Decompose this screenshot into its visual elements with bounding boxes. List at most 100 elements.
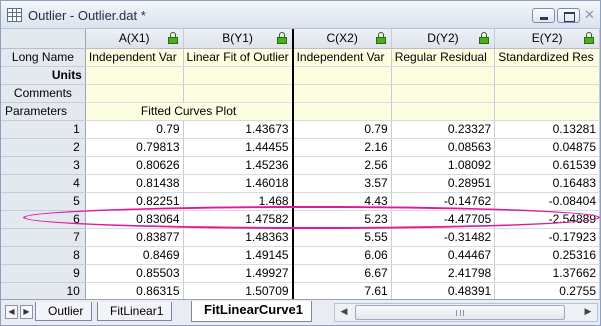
data-cell[interactable]: -4.47705 <box>391 210 496 229</box>
data-cell[interactable]: 0.85503 <box>85 264 184 283</box>
scroll-left-icon[interactable]: ◀ <box>336 305 352 320</box>
data-cell[interactable]: -0.31482 <box>391 228 496 247</box>
scroll-right-icon[interactable]: ▶ <box>580 305 596 320</box>
horizontal-scrollbar[interactable]: ◀ ▶ <box>334 303 598 322</box>
title-bar[interactable]: Outlier - Outlier.dat * <box>1 1 600 29</box>
data-cell[interactable]: 0.8469 <box>85 246 184 265</box>
data-cell[interactable]: 3.57 <box>292 174 392 193</box>
parameters-cell[interactable] <box>391 102 496 121</box>
data-cell[interactable]: 0.61539 <box>494 156 600 175</box>
data-cell[interactable]: 1.08092 <box>391 156 496 175</box>
data-cell[interactable]: 6.67 <box>292 264 392 283</box>
tab-nav-left-icon[interactable]: ◀ <box>5 305 18 319</box>
column-header[interactable]: B(Y1) <box>183 29 294 49</box>
units-cell[interactable] <box>183 66 294 85</box>
data-cell[interactable]: 2.16 <box>292 138 392 157</box>
data-cell[interactable]: 0.2755 <box>494 282 600 299</box>
data-cell[interactable]: 0.79 <box>85 120 184 139</box>
data-cell[interactable]: 1.47582 <box>183 210 294 229</box>
data-cell[interactable]: 2.56 <box>292 156 392 175</box>
data-cell[interactable]: 1.44455 <box>183 138 294 157</box>
corner-cell[interactable] <box>1 29 86 49</box>
long-name-cell[interactable]: Independent Var <box>292 48 392 67</box>
units-cell[interactable] <box>85 66 184 85</box>
column-header[interactable]: C(X2) <box>292 29 392 49</box>
table-row: 10 0.86315 1.50709 7.61 0.48391 0.2755 <box>1 282 600 299</box>
data-cell[interactable]: 1.468 <box>183 192 294 211</box>
data-cell[interactable]: 1.45236 <box>183 156 294 175</box>
data-cell[interactable]: 1.50709 <box>183 282 294 299</box>
units-cell[interactable] <box>391 66 496 85</box>
data-cell[interactable]: 0.82251 <box>85 192 184 211</box>
data-cell[interactable]: 0.83877 <box>85 228 184 247</box>
data-cell[interactable]: 5.23 <box>292 210 392 229</box>
long-name-cell[interactable]: Standardized Res <box>494 48 600 67</box>
data-cell[interactable]: 0.81438 <box>85 174 184 193</box>
data-cell[interactable]: 0.08563 <box>391 138 496 157</box>
row-number[interactable]: 6 <box>1 210 86 229</box>
data-cell[interactable]: 1.43673 <box>183 120 294 139</box>
data-cell[interactable]: 0.80626 <box>85 156 184 175</box>
comments-cell[interactable] <box>494 84 600 103</box>
parameters-row: Parameters Fitted Curves Plot <box>1 102 600 121</box>
data-cell[interactable]: 0.86315 <box>85 282 184 299</box>
units-cell[interactable] <box>494 66 600 85</box>
close-button[interactable] <box>580 8 598 23</box>
row-number[interactable]: 2 <box>1 138 86 157</box>
row-number[interactable]: 8 <box>1 246 86 265</box>
data-cell[interactable]: 1.49145 <box>183 246 294 265</box>
data-cell[interactable]: 0.28951 <box>391 174 496 193</box>
units-cell[interactable] <box>292 66 392 85</box>
comments-cell[interactable] <box>391 84 496 103</box>
data-cell[interactable]: 4.43 <box>292 192 392 211</box>
column-header[interactable]: D(Y2) <box>391 29 496 49</box>
data-cell[interactable]: 1.37662 <box>494 264 600 283</box>
data-cell[interactable]: 0.79813 <box>85 138 184 157</box>
parameters-value[interactable]: Fitted Curves Plot <box>85 102 294 121</box>
row-number[interactable]: 10 <box>1 282 86 299</box>
maximize-button[interactable] <box>557 8 580 23</box>
row-number[interactable]: 1 <box>1 120 86 139</box>
data-cell[interactable]: -0.08404 <box>494 192 600 211</box>
comments-cell[interactable] <box>183 84 294 103</box>
long-name-cell[interactable]: Linear Fit of Outlier <box>183 48 294 67</box>
column-header[interactable]: A(X1) <box>85 29 184 49</box>
data-cell[interactable]: 6.06 <box>292 246 392 265</box>
data-cell[interactable]: 1.48363 <box>183 228 294 247</box>
data-cell[interactable]: 0.25316 <box>494 246 600 265</box>
parameters-cell[interactable] <box>292 102 392 121</box>
data-cell[interactable]: 0.04875 <box>494 138 600 157</box>
data-cell[interactable]: 1.49927 <box>183 264 294 283</box>
comments-cell[interactable] <box>292 84 392 103</box>
data-cell[interactable]: 1.46018 <box>183 174 294 193</box>
sheet-tab[interactable]: FitLinearCurve1 <box>191 301 312 322</box>
data-cell[interactable]: -0.17923 <box>494 228 600 247</box>
data-cell[interactable]: 0.13281 <box>494 120 600 139</box>
minimize-button[interactable] <box>532 8 555 23</box>
data-cell[interactable]: 0.83064 <box>85 210 184 229</box>
long-name-cell[interactable]: Independent Var <box>85 48 184 67</box>
scroll-thumb[interactable] <box>355 305 565 320</box>
data-cell[interactable]: 0.48391 <box>391 282 496 299</box>
sheet-tab[interactable]: Outlier <box>35 302 93 321</box>
row-number[interactable]: 5 <box>1 192 86 211</box>
row-number[interactable]: 9 <box>1 264 86 283</box>
row-number[interactable]: 7 <box>1 228 86 247</box>
data-cell[interactable]: 7.61 <box>292 282 392 299</box>
tab-nav-right-icon[interactable]: ▶ <box>20 305 33 319</box>
data-cell[interactable]: 0.16483 <box>494 174 600 193</box>
row-number[interactable]: 3 <box>1 156 86 175</box>
data-cell[interactable]: -2.54889 <box>494 210 600 229</box>
data-cell[interactable]: 5.55 <box>292 228 392 247</box>
row-number[interactable]: 4 <box>1 174 86 193</box>
long-name-cell[interactable]: Regular Residual <box>391 48 496 67</box>
comments-cell[interactable] <box>85 84 184 103</box>
data-cell[interactable]: 2.41798 <box>391 264 496 283</box>
data-cell[interactable]: 0.79 <box>292 120 392 139</box>
sheet-tab[interactable]: FitLinear1 <box>97 302 173 321</box>
data-cell[interactable]: -0.14762 <box>391 192 496 211</box>
parameters-cell[interactable] <box>494 102 600 121</box>
data-cell[interactable]: 0.44467 <box>391 246 496 265</box>
column-header[interactable]: E(Y2) <box>494 29 600 49</box>
data-cell[interactable]: 0.23327 <box>391 120 496 139</box>
